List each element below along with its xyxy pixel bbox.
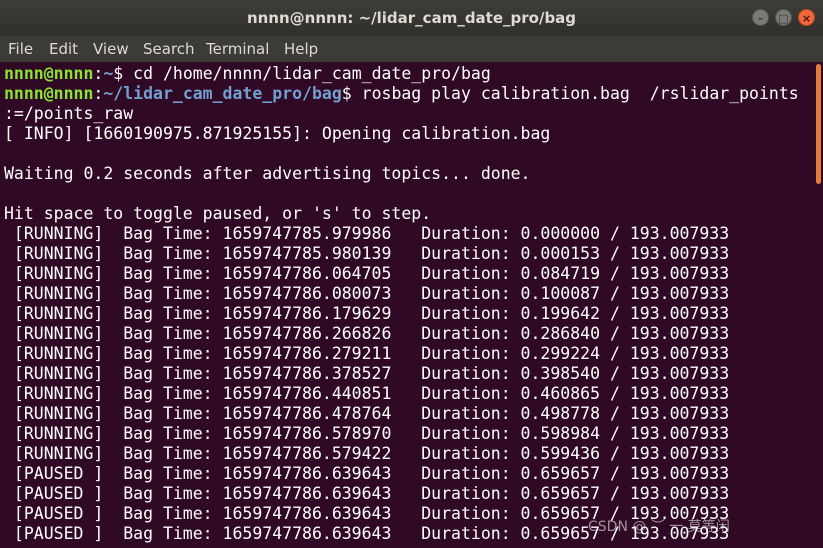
output-line: [RUNNING] Bag Time: 1659747786.279211 Du… [4,344,730,363]
output-line: [RUNNING] Bag Time: 1659747786.578970 Du… [4,424,730,443]
maximize-icon[interactable]: □ [775,9,792,26]
close-icon[interactable]: × [798,9,815,26]
command-text-wrap: :=/points_raw [4,104,134,123]
output-line: Waiting 0.2 seconds after advertising to… [4,164,531,183]
menu-edit[interactable]: Edit [49,36,78,62]
command-text: cd /home/nnnn/lidar_cam_date_pro/bag [123,64,491,83]
menu-search[interactable]: Search [143,36,195,62]
output-line: [RUNNING] Bag Time: 1659747785.980139 Du… [4,244,730,263]
prompt-user-host: nnnn@nnnn [4,64,94,83]
title-bar[interactable]: nnnn@nnnn: ~/lidar_cam_date_pro/bag – □ … [0,0,823,36]
output-line: Hit space to toggle paused, or 's' to st… [4,204,432,223]
menu-file[interactable]: File [8,36,33,62]
output-line: [PAUSED ] Bag Time: 1659747786.639643 Du… [4,464,730,483]
menu-help[interactable]: Help [284,36,318,62]
output-line: [RUNNING] Bag Time: 1659747786.064705 Du… [4,264,730,283]
scrollbar[interactable] [813,62,823,548]
output-line: [RUNNING] Bag Time: 1659747786.440851 Du… [4,384,730,403]
window-title: nnnn@nnnn: ~/lidar_cam_date_pro/bag [246,9,577,27]
scrollbar-thumb[interactable] [816,64,821,184]
menu-bar: File Edit View Search Terminal Help [0,36,823,62]
output-line: [RUNNING] Bag Time: 1659747786.179629 Du… [4,304,730,323]
output-line: [RUNNING] Bag Time: 1659747785.979986 Du… [4,224,730,243]
prompt-user-host: nnnn@nnnn [4,84,94,103]
menu-view[interactable]: View [93,36,129,62]
prompt-path: ~ [103,64,114,83]
command-text: rosbag play calibration.bag /rslidar_poi… [351,84,799,103]
prompt-symbol: $ [341,84,352,103]
output-line: [RUNNING] Bag Time: 1659747786.080073 Du… [4,284,730,303]
terminal-output-area[interactable]: nnnn@nnnn:~$ cd /home/nnnn/lidar_cam_dat… [0,62,813,548]
output-line: [RUNNING] Bag Time: 1659747786.378527 Du… [4,364,730,383]
output-line: [RUNNING] Bag Time: 1659747786.266826 Du… [4,324,730,343]
output-line: [RUNNING] Bag Time: 1659747786.478764 Du… [4,404,730,423]
command-line: nnnn@nnnn:~$ cd /home/nnnn/lidar_cam_dat… [4,64,491,83]
output-line: [ INFO] [1660190975.871925155]: Opening … [4,124,551,143]
terminal-window: nnnn@nnnn: ~/lidar_cam_date_pro/bag – □ … [0,0,823,548]
command-line: nnnn@nnnn:~/lidar_cam_date_pro/bag$ rosb… [4,84,799,103]
prompt-symbol: $ [113,64,124,83]
output-line: [RUNNING] Bag Time: 1659747786.579422 Du… [4,444,730,463]
watermark: CSDN @ ︶ 一 莫等闲 [588,519,730,535]
minimize-icon[interactable]: – [752,9,769,26]
prompt-path: ~/lidar_cam_date_pro/bag [103,84,342,103]
output-line: [PAUSED ] Bag Time: 1659747786.639643 Du… [4,484,730,503]
menu-terminal[interactable]: Terminal [206,36,269,62]
